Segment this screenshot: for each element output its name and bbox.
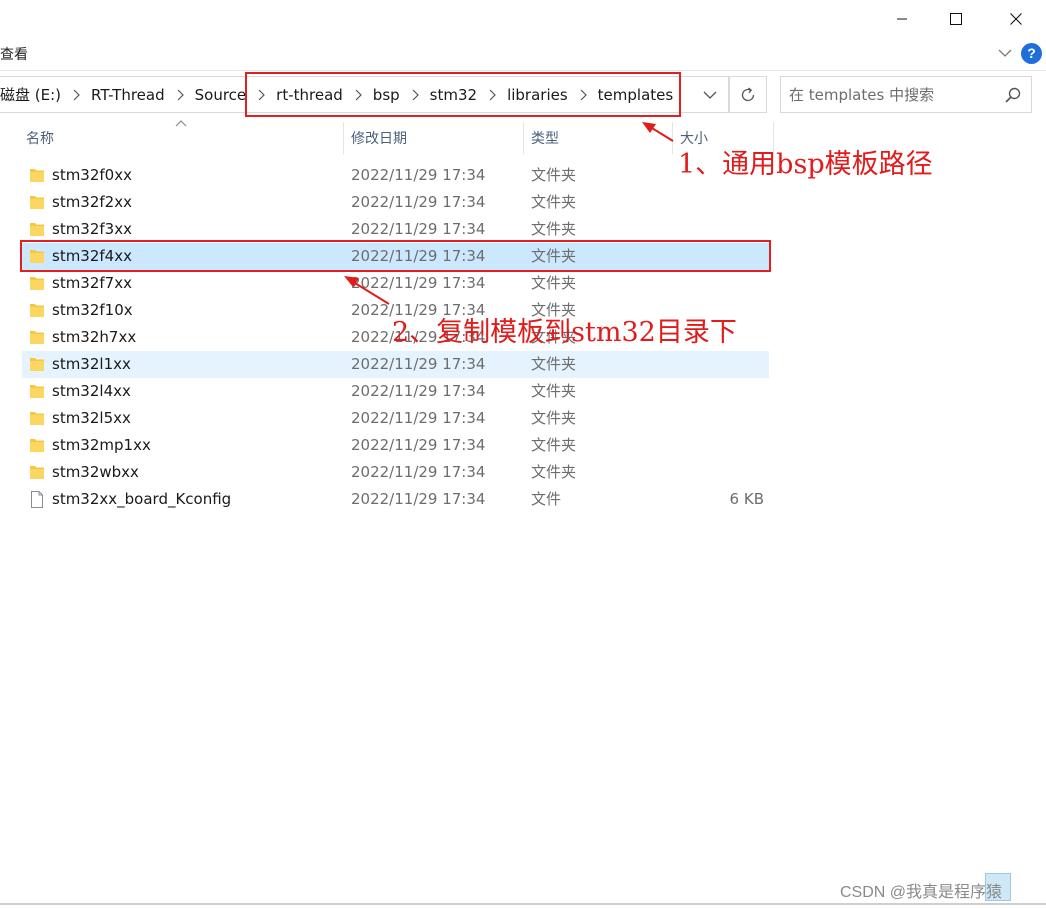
close-button[interactable] [991, 0, 1041, 38]
file-name: stm32f0xx [52, 166, 132, 184]
minimize-icon [897, 18, 907, 20]
window-bottom-edge [0, 903, 1046, 905]
file-row-hover[interactable]: stm32l1xx 2022/11/29 17:34 文件夹 [22, 351, 769, 378]
column-header-name[interactable]: 名称 [26, 122, 54, 154]
file-type: 文件夹 [531, 382, 577, 400]
folder-icon [30, 331, 44, 344]
file-row[interactable]: stm32f2xx 2022/11/29 17:34 文件夹 [22, 189, 769, 216]
path-highlight-box [245, 72, 681, 117]
file-name: stm32l1xx [52, 355, 131, 373]
file-row[interactable]: stm32mp1xx 2022/11/29 17:34 文件夹 [22, 432, 769, 459]
file-row[interactable]: stm32f3xx 2022/11/29 17:34 文件夹 [22, 216, 769, 243]
watermark: CSDN @我真是程序猿 [840, 884, 1003, 901]
folder-icon [30, 277, 44, 290]
file-size: 6 KB [729, 490, 764, 508]
row-highlight-box [20, 240, 771, 272]
ribbon-divider [0, 70, 1046, 71]
file-row[interactable]: stm32xx_board_Kconfig 2022/11/29 17:34 文… [22, 486, 769, 513]
file-row[interactable]: stm32wbxx 2022/11/29 17:34 文件夹 [22, 459, 769, 486]
file-name: stm32mp1xx [52, 436, 151, 454]
folder-icon [30, 358, 44, 371]
breadcrumb-rt-thread-root[interactable]: RT-Thread [91, 86, 165, 104]
file-date: 2022/11/29 17:34 [351, 436, 486, 454]
file-date: 2022/11/29 17:34 [351, 220, 486, 238]
file-name: stm32l4xx [52, 382, 131, 400]
file-name: stm32wbxx [52, 463, 139, 481]
folder-icon [30, 196, 44, 209]
file-row[interactable]: stm32l4xx 2022/11/29 17:34 文件夹 [22, 378, 769, 405]
file-date: 2022/11/29 17:34 [351, 274, 486, 292]
file-date: 2022/11/29 17:34 [351, 355, 486, 373]
chevron-down-icon[interactable] [996, 44, 1014, 62]
folder-icon [30, 466, 44, 479]
file-row[interactable]: stm32l5xx 2022/11/29 17:34 文件夹 [22, 405, 769, 432]
refresh-icon [741, 86, 755, 101]
column-divider[interactable] [523, 122, 524, 154]
folder-icon [30, 439, 44, 452]
file-row[interactable]: stm32f0xx 2022/11/29 17:34 文件夹 [22, 162, 769, 189]
file-icon [31, 491, 43, 508]
file-date: 2022/11/29 17:34 [351, 463, 486, 481]
file-name: stm32h7xx [52, 328, 137, 346]
minimize-button[interactable] [877, 0, 927, 38]
column-divider[interactable] [343, 122, 344, 154]
file-name: stm32f7xx [52, 274, 132, 292]
folder-icon [30, 412, 44, 425]
column-header-date[interactable]: 修改日期 [351, 122, 407, 154]
file-date: 2022/11/29 17:34 [351, 490, 486, 508]
address-history-dropdown-icon[interactable] [696, 86, 724, 104]
chevron-right-icon[interactable] [176, 89, 185, 101]
sort-ascending-icon [175, 120, 187, 127]
arrow-icon [642, 122, 674, 142]
help-icon[interactable]: ? [1021, 43, 1042, 64]
file-date: 2022/11/29 17:34 [351, 193, 486, 211]
file-type: 文件夹 [531, 355, 577, 373]
refresh-button[interactable] [729, 76, 767, 113]
annotation-note-1: 1、通用bsp模板路径 [678, 149, 933, 180]
file-name: stm32f2xx [52, 193, 132, 211]
file-name: stm32f3xx [52, 220, 132, 238]
file-date: 2022/11/29 17:34 [351, 382, 486, 400]
breadcrumb-drive[interactable]: 磁盘 (E:) [0, 84, 61, 105]
folder-icon [30, 304, 44, 317]
file-name: stm32l5xx [52, 409, 131, 427]
maximize-icon [950, 13, 962, 25]
file-type: 文件夹 [531, 274, 577, 292]
search-icon[interactable] [1004, 86, 1022, 104]
column-header-type[interactable]: 类型 [531, 122, 559, 154]
file-name: stm32xx_board_Kconfig [52, 490, 232, 508]
search-box [780, 76, 1032, 113]
file-type: 文件夹 [531, 463, 577, 481]
file-type: 文件夹 [531, 193, 577, 211]
folder-icon [30, 169, 44, 182]
column-divider[interactable] [672, 122, 673, 154]
file-date: 2022/11/29 17:34 [351, 409, 486, 427]
search-input[interactable] [789, 77, 999, 112]
close-icon [1010, 13, 1022, 25]
file-type: 文件夹 [531, 409, 577, 427]
folder-icon [30, 385, 44, 398]
maximize-button[interactable] [931, 0, 981, 38]
annotation-note-2: 2、复制模板到stm32目录下 [392, 317, 737, 348]
breadcrumb-source[interactable]: Source [195, 86, 247, 104]
file-type: 文件夹 [531, 166, 577, 184]
file-name: stm32f10x [52, 301, 133, 319]
chevron-right-icon[interactable] [72, 89, 81, 101]
file-type: 文件夹 [531, 436, 577, 454]
file-type: 文件 [531, 490, 562, 508]
file-date: 2022/11/29 17:34 [351, 166, 486, 184]
folder-icon [30, 223, 44, 236]
ribbon-tab-view[interactable]: 查看 [0, 44, 28, 64]
file-type: 文件夹 [531, 220, 577, 238]
file-row[interactable]: stm32f7xx 2022/11/29 17:34 文件夹 [22, 270, 769, 297]
